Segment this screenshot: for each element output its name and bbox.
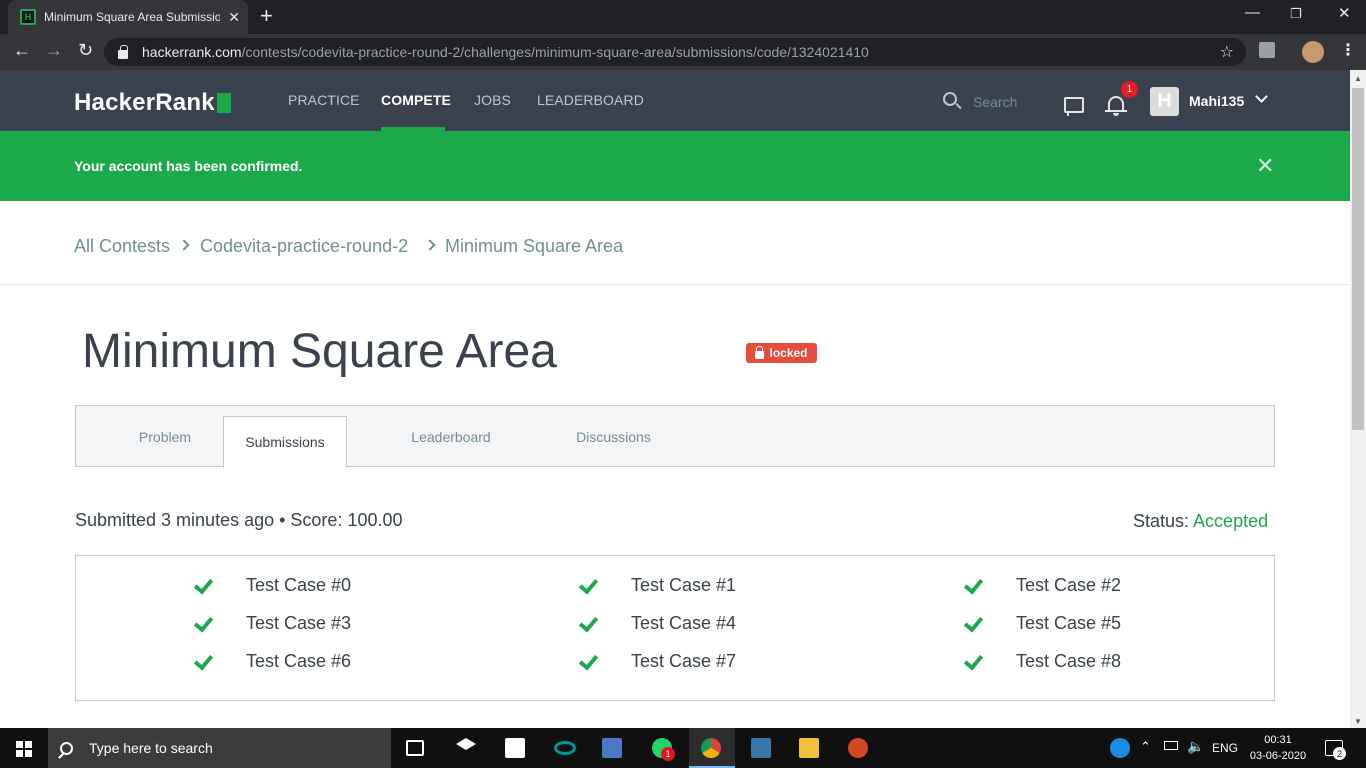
status-accepted: Accepted (1193, 511, 1269, 531)
site-header: HackerRank PRACTICE COMPETE JOBS LEADERB… (0, 70, 1350, 131)
challenge-tabs: Problem Submissions Leaderboard Discussi… (75, 405, 1275, 468)
chevron-down-icon[interactable] (1255, 90, 1268, 103)
submission-status: Status: Accepted (1133, 511, 1269, 531)
breadcrumb-separator-icon (178, 239, 190, 251)
banner-message: Your account has been confirmed. (74, 158, 303, 174)
scrollbar-thumb[interactable] (1352, 88, 1364, 430)
tab-title: Minimum Square Area Submissio (44, 10, 220, 24)
new-tab-button[interactable]: + (260, 5, 273, 27)
action-center-count: 2 (1333, 747, 1346, 760)
messages-icon[interactable] (1064, 97, 1084, 116)
page-title: Minimum Square Area (82, 325, 557, 378)
volume-icon[interactable]: 🔈 (1187, 738, 1204, 755)
browser-menu-icon[interactable]: ⋮ (1340, 40, 1356, 60)
check-icon (578, 614, 596, 632)
python-icon[interactable] (751, 738, 771, 758)
search-input[interactable]: Search (973, 94, 1017, 110)
windows-taskbar: Type here to search 1 ⌃ 🔈 ENG 00:31 03-0… (0, 728, 1366, 768)
page-scrollbar[interactable]: ▲ ▼ (1350, 70, 1366, 728)
battery-icon[interactable] (1164, 741, 1178, 750)
user-avatar[interactable]: H (1150, 87, 1179, 116)
search-icon[interactable] (943, 92, 957, 106)
browser-tab[interactable]: Minimum Square Area Submissio ✕ (8, 0, 248, 34)
hackerrank-logo[interactable]: HackerRank (74, 89, 231, 117)
logo-block-icon (216, 93, 231, 113)
window-close-button[interactable]: ✕ (1338, 4, 1351, 22)
lock-icon (118, 44, 128, 59)
locked-badge: locked (746, 343, 817, 363)
browser-toolbar: ← → ↻ hackerrank.com/contests/codevita-p… (0, 34, 1366, 70)
tab-discussions[interactable]: Discussions (556, 406, 671, 467)
tab-close-icon[interactable]: ✕ (228, 9, 240, 26)
check-icon (963, 576, 981, 594)
windows-start-icon[interactable] (16, 741, 32, 757)
bookmark-star-icon[interactable]: ☆ (1220, 42, 1234, 62)
page-viewport: HackerRank PRACTICE COMPETE JOBS LEADERB… (0, 70, 1350, 728)
locked-label: locked (769, 346, 808, 360)
remote-desktop-icon[interactable] (602, 738, 622, 758)
scroll-up-arrow-icon[interactable]: ▲ (1354, 74, 1362, 83)
reload-button[interactable]: ↻ (78, 40, 93, 61)
check-icon (578, 652, 596, 670)
confirmation-banner: Your account has been confirmed. ✕ (0, 131, 1350, 201)
check-icon (578, 576, 596, 594)
breadcrumb-separator-icon (424, 239, 436, 251)
test-case-results: Test Case #0 Test Case #1 Test Case #2 T… (75, 555, 1275, 701)
nav-leaderboard[interactable]: LEADERBOARD (537, 92, 644, 108)
notification-count-badge: 1 (1121, 81, 1138, 98)
padlock-icon (755, 345, 765, 359)
tab-leaderboard[interactable]: Leaderboard (391, 406, 511, 467)
hackerrank-favicon-icon (20, 9, 36, 25)
browser-tabstrip: Minimum Square Area Submissio ✕ + — ❐ ✕ (0, 0, 1366, 34)
address-bar[interactable]: hackerrank.com/contests/codevita-practic… (104, 38, 1246, 66)
taskbar-search-placeholder: Type here to search (89, 740, 213, 756)
clock-time: 00:31 (1264, 734, 1292, 746)
powerpoint-icon[interactable] (848, 738, 868, 758)
file-explorer-icon[interactable] (799, 738, 819, 758)
check-icon (193, 614, 211, 632)
dropbox-icon[interactable] (456, 738, 476, 750)
clock-date: 03-06-2020 (1249, 750, 1307, 762)
chrome-icon (701, 738, 721, 758)
check-icon (963, 614, 981, 632)
search-icon (60, 741, 73, 755)
whatsapp-badge: 1 (661, 747, 675, 761)
check-icon (193, 576, 211, 594)
show-hidden-icons-icon[interactable]: ⌃ (1140, 739, 1151, 755)
taskbar-clock[interactable]: 00:31 03-06-2020 (1246, 732, 1310, 764)
minimize-button[interactable]: — (1245, 4, 1260, 21)
chrome-taskbar-item[interactable] (689, 728, 735, 768)
username[interactable]: Mahi135 (1189, 93, 1244, 109)
tab-submissions[interactable]: Submissions (223, 416, 347, 468)
check-icon (963, 652, 981, 670)
breadcrumb: All Contests Codevita-practice-round-2 M… (0, 201, 1350, 285)
notifications-bell-icon[interactable] (1105, 96, 1127, 116)
scroll-down-arrow-icon[interactable]: ▼ (1354, 717, 1362, 726)
submission-summary: Submitted 3 minutes ago • Score: 100.00 (75, 510, 403, 530)
language-indicator[interactable]: ENG (1212, 741, 1238, 755)
taskbar-search-box[interactable]: Type here to search (48, 728, 391, 768)
forward-button[interactable]: → (45, 40, 63, 61)
help-icon[interactable] (1110, 738, 1130, 758)
check-icon (193, 652, 211, 670)
url-text: hackerrank.com/contests/codevita-practic… (142, 44, 869, 60)
breadcrumb-contest[interactable]: Codevita-practice-round-2 (200, 236, 408, 257)
extension-icon[interactable] (1259, 42, 1275, 58)
microsoft-store-icon[interactable] (505, 738, 525, 758)
banner-close-icon[interactable]: ✕ (1256, 153, 1274, 179)
restore-button[interactable]: ❐ (1290, 6, 1302, 22)
nav-practice[interactable]: PRACTICE (288, 92, 360, 108)
breadcrumb-challenge[interactable]: Minimum Square Area (445, 236, 623, 257)
nav-jobs[interactable]: JOBS (474, 92, 511, 108)
arduino-icon[interactable] (554, 741, 576, 755)
task-view-icon[interactable] (406, 740, 424, 756)
breadcrumb-all-contests[interactable]: All Contests (74, 236, 170, 257)
back-button[interactable]: ← (13, 40, 31, 61)
profile-avatar[interactable] (1302, 41, 1324, 63)
nav-compete[interactable]: COMPETE (381, 92, 451, 108)
tab-problem[interactable]: Problem (106, 406, 224, 467)
